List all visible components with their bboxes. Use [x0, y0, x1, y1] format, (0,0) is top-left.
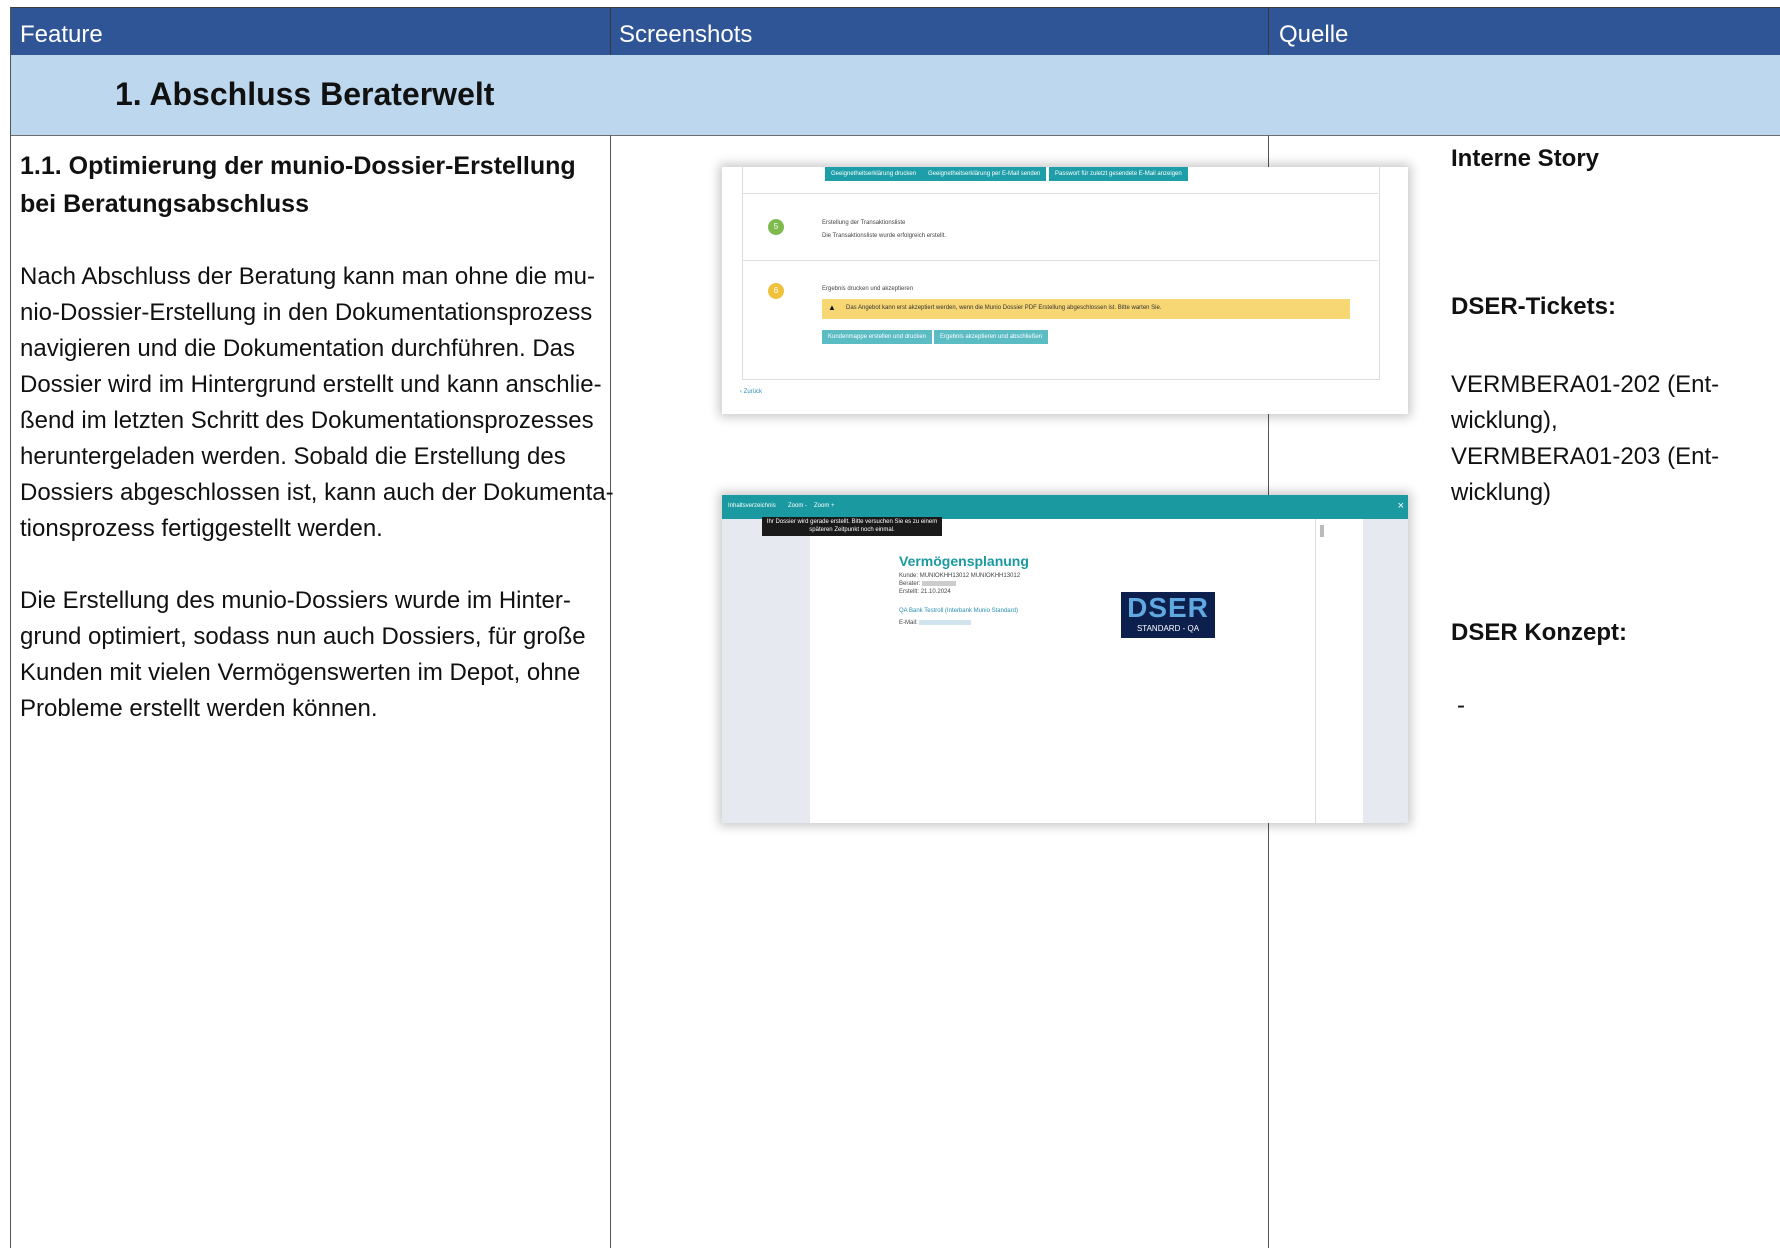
para1-line: Dossiers abgeschlossen ist, kann auch de…	[20, 479, 614, 506]
pdf-scrollbar-area[interactable]	[1315, 519, 1363, 823]
feature-title-line1: 1.1. Optimierung der munio-Dossier-Erste…	[20, 152, 576, 180]
email-line: E-Mail:	[899, 620, 972, 627]
back-link[interactable]: ‹ Zurück	[740, 389, 762, 395]
ticket-line: VERMBERA01-202 (Ent-	[1451, 371, 1720, 398]
created-line: Erstellt: 21.10.2024	[899, 589, 951, 595]
blurred-advisor	[922, 581, 957, 586]
feature-paragraph-2: Die Erstellung des munio-Dossiers wurde …	[20, 583, 680, 727]
screenshot-documentation-steps: Geeignetheitserklärung drucken Geeigneth…	[722, 167, 1408, 414]
warning-banner: ▲ Das Angebot kann erst akzeptiert werde…	[822, 299, 1350, 319]
step-5-title: Erstellung der Transaktionsliste	[822, 220, 906, 226]
header-quelle: Quelle	[1279, 21, 1349, 48]
created-value: 21.10.2024	[920, 589, 951, 595]
concept-value: -	[1457, 692, 1465, 719]
tickets-label: DSER-Tickets:	[1451, 293, 1616, 320]
show-password-button[interactable]: Passwort für zuletzt gesendete E-Mail an…	[1049, 167, 1188, 181]
print-suitability-button[interactable]: Geeignetheitserklärung drucken	[825, 167, 923, 181]
logo-text: DSER	[1127, 592, 1209, 623]
header-divider-2	[1268, 7, 1269, 55]
para1-line: navigieren und die Dokumentation durchfü…	[20, 335, 576, 362]
client-value: MUNIOKHH13012 MUNIOKHH13012	[919, 573, 1021, 579]
ticket-line: VERMBERA01-203 (Ent-	[1451, 443, 1720, 470]
feature-cell: 1.1. Optimierung der munio-Dossier-Erste…	[20, 147, 680, 727]
ticket-line: wicklung),	[1451, 407, 1558, 434]
table-header-row: Feature Screenshots Quelle	[11, 7, 1780, 56]
para2-line: Kunden mit vielen Vermögenswerten im Dep…	[20, 659, 581, 686]
scrollbar-thumb[interactable]	[1320, 525, 1324, 537]
tooltip-line2: späteren Zeitpunkt noch einmal.	[809, 527, 895, 533]
close-icon[interactable]: ×	[1398, 500, 1404, 512]
viewer-toolbar: Inhaltsverzeichnis Zoom - Zoom + ×	[722, 495, 1408, 519]
zoom-out-button[interactable]: Zoom -	[788, 503, 807, 509]
logo-subtitle: STANDARD - QA	[1136, 624, 1200, 633]
tooltip-line1: Ihr Dossier wird gerade erstellt. Bitte …	[766, 519, 938, 525]
dossier-tooltip: Ihr Dossier wird gerade erstellt. Bitte …	[762, 517, 942, 536]
para2-line: Die Erstellung des munio-Dossiers wurde …	[20, 587, 571, 614]
section-row: 1. Abschluss Beraterwelt	[11, 55, 1780, 136]
header-screenshots: Screenshots	[619, 21, 753, 48]
advisor-label: Berater:	[899, 581, 921, 588]
para1-line: heruntergeladen werden. Sobald die Erste…	[20, 443, 566, 470]
para1-line: Nach Abschluss der Beratung kann man ohn…	[20, 263, 596, 290]
step-6-title: Ergebnis drucken und akzeptieren	[822, 286, 914, 292]
para1-line: ßend im letzten Schritt des Dokumentatio…	[20, 407, 594, 434]
client-label: Kunde:	[899, 573, 919, 579]
para1-line: tionsprozess fertiggestellt werden.	[20, 515, 383, 542]
client-line: Kunde: MUNIOKHH13012 MUNIOKHH13012	[899, 573, 1020, 579]
header-feature: Feature	[20, 21, 103, 48]
internal-story-label: Interne Story	[1451, 145, 1600, 172]
warning-text: Das Angebot kann erst akzeptiert werden,…	[846, 305, 1162, 311]
para1-line: Dossier wird im Hintergrund erstellt und…	[20, 371, 602, 398]
tickets-list: VERMBERA01-202 (Ent- wicklung), VERMBERA…	[1451, 367, 1719, 511]
warning-icon: ▲	[828, 303, 836, 312]
accept-result-button[interactable]: Ergebnis akzeptieren und abschließen	[934, 330, 1049, 344]
email-suitability-button[interactable]: Geeignetheitserklärung per E-Mail senden	[922, 167, 1047, 181]
ticket-line: wicklung)	[1451, 479, 1552, 506]
header-divider-1	[610, 7, 611, 55]
concept-label: DSER Konzept:	[1451, 619, 1627, 646]
feature-title: 1.1. Optimierung der munio-Dossier-Erste…	[20, 147, 680, 223]
email-label: E-Mail:	[899, 620, 918, 627]
step-5-text: Die Transaktionsliste wurde erfolgreich …	[822, 233, 947, 239]
dossier-title: Vermögensplanung	[899, 553, 1029, 569]
toc-button[interactable]: Inhaltsverzeichnis	[728, 503, 776, 509]
blurred-email	[919, 620, 972, 625]
pdf-page	[810, 519, 1315, 823]
dser-logo: DSER STANDARD - QA	[1121, 592, 1215, 638]
create-client-folder-button[interactable]: Kundenmappe erstellen und drucken	[822, 330, 933, 344]
divider	[742, 193, 1378, 194]
back-link-label: Zurück	[743, 389, 763, 395]
para1-line: nio-Dossier-Erstellung in den Dokumentat…	[20, 299, 593, 326]
para2-line: grund optimiert, sodass nun auch Dossier…	[20, 623, 586, 650]
step-6-pending-icon: 6	[768, 283, 784, 299]
screenshot-dossier-viewer: Inhaltsverzeichnis Zoom - Zoom + × Ihr D…	[722, 495, 1408, 823]
created-label: Erstellt:	[899, 589, 920, 595]
document-page: Feature Screenshots Quelle 1. Abschluss …	[0, 0, 1780, 1248]
feature-paragraph-1: Nach Abschluss der Beratung kann man ohn…	[20, 259, 680, 547]
advisor-line: Berater:	[899, 581, 957, 588]
zoom-in-button[interactable]: Zoom +	[814, 503, 835, 509]
section-title: 1. Abschluss Beraterwelt	[115, 76, 495, 112]
step-5-check-icon: 5	[768, 219, 784, 235]
para2-line: Probleme erstellt werden können.	[20, 695, 378, 722]
divider	[742, 260, 1378, 261]
bank-link: QA Bank Testroll (Interbank Munio Standa…	[899, 608, 1018, 614]
steps-panel	[742, 167, 1380, 380]
feature-title-line2: bei Beratungsabschluss	[20, 190, 309, 218]
